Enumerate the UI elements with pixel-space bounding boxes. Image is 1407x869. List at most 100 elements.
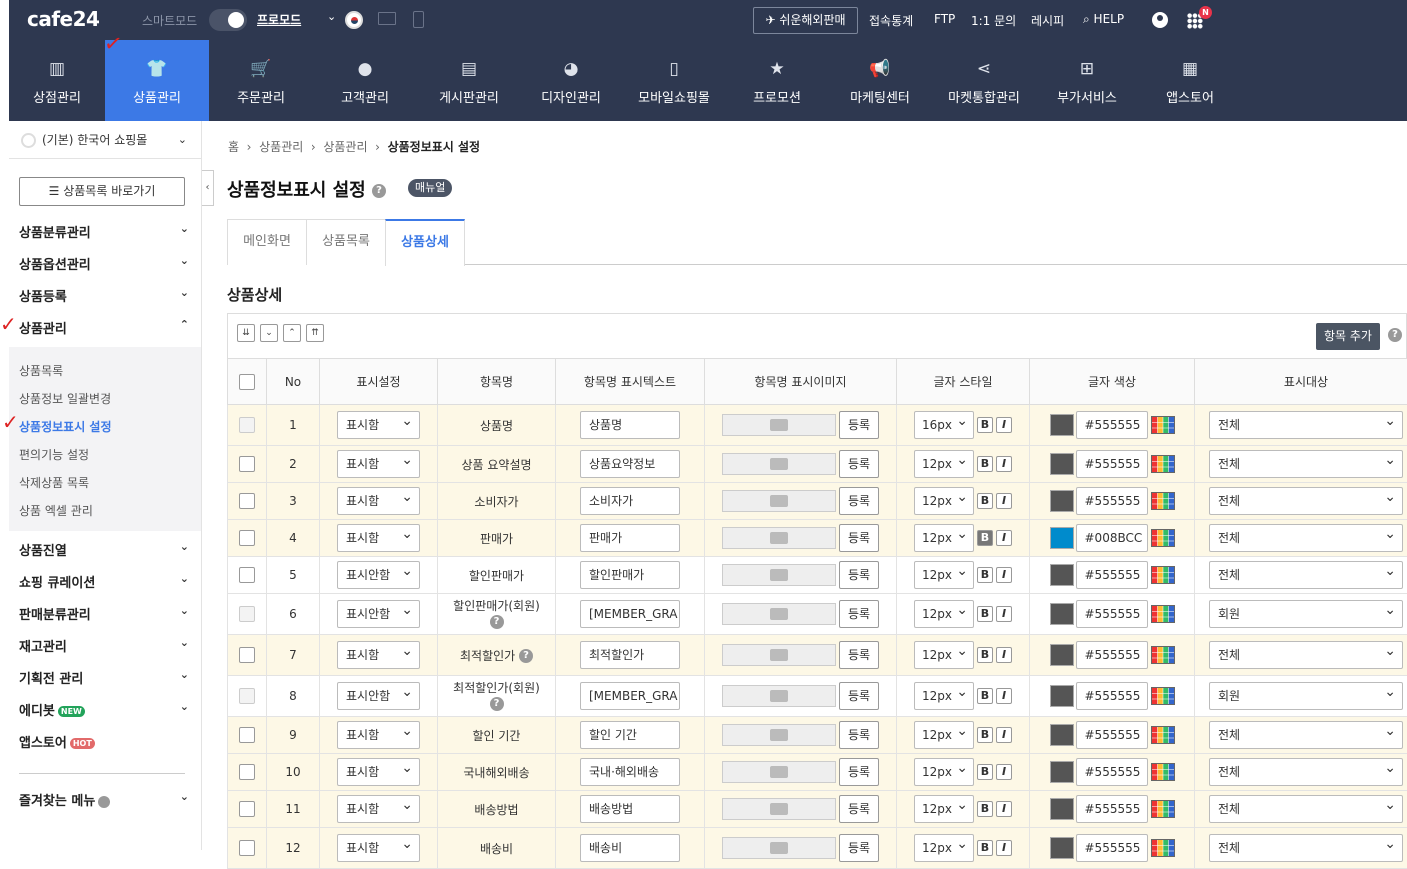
submenu-excel[interactable]: 상품 엑셀 관리 bbox=[19, 502, 93, 519]
move-up-button[interactable]: ⌃ bbox=[283, 324, 301, 342]
display-text-input[interactable]: 할인 기간 bbox=[580, 721, 680, 749]
color-hex-input[interactable]: #008BCC bbox=[1076, 524, 1148, 552]
submenu-display-settings[interactable]: 상품정보표시 설정 bbox=[19, 418, 112, 435]
display-text-input[interactable]: 소비자가 bbox=[580, 487, 680, 515]
register-button[interactable]: 등록 bbox=[839, 758, 879, 786]
nav-store[interactable]: ▥상점관리 bbox=[9, 40, 105, 121]
italic-button[interactable]: I bbox=[996, 727, 1012, 743]
row-checkbox[interactable] bbox=[239, 801, 255, 817]
nav-customer[interactable]: ●고객관리 bbox=[313, 40, 417, 121]
register-button[interactable]: 등록 bbox=[839, 411, 879, 439]
breadcrumb-item[interactable]: 상품관리 bbox=[323, 140, 367, 154]
help-icon[interactable]: ? bbox=[490, 697, 504, 711]
help-icon[interactable]: ? bbox=[519, 649, 533, 663]
display-text-input[interactable]: 배송비 bbox=[580, 834, 680, 862]
recipe-link[interactable]: 레시피 bbox=[1031, 12, 1064, 29]
stats-link[interactable]: 접속통계 bbox=[869, 12, 913, 29]
breadcrumb-home[interactable]: 홈 bbox=[228, 140, 239, 154]
target-select[interactable]: 전체 bbox=[1209, 721, 1403, 749]
color-hex-input[interactable]: #555555 bbox=[1076, 561, 1148, 589]
italic-button[interactable]: I bbox=[996, 688, 1012, 704]
target-select[interactable]: 전체 bbox=[1209, 641, 1403, 669]
italic-button[interactable]: I bbox=[996, 764, 1012, 780]
sidebar-item-curation[interactable]: 쇼핑 큐레이션⌄ bbox=[19, 572, 189, 591]
row-checkbox[interactable] bbox=[239, 493, 255, 509]
target-select[interactable]: 전체 bbox=[1209, 758, 1403, 786]
target-select[interactable]: 전체 bbox=[1209, 795, 1403, 823]
display-select[interactable]: 표시함 bbox=[337, 524, 420, 552]
color-palette-icon[interactable] bbox=[1151, 605, 1175, 623]
color-palette-icon[interactable] bbox=[1151, 492, 1175, 510]
sidebar-item-inventory[interactable]: 재고관리⌄ bbox=[19, 636, 189, 655]
display-text-input[interactable]: 배송방법 bbox=[580, 795, 680, 823]
tab-main[interactable]: 메인화면 bbox=[227, 219, 307, 265]
bold-button[interactable]: B bbox=[977, 688, 993, 704]
italic-button[interactable]: I bbox=[996, 840, 1012, 856]
nav-mobile[interactable]: ▯모바일쇼핑몰 bbox=[621, 40, 727, 121]
font-size-select[interactable]: 12px bbox=[914, 524, 974, 552]
register-button[interactable]: 등록 bbox=[839, 721, 879, 749]
nav-board[interactable]: ▤게시판관리 bbox=[417, 40, 521, 121]
display-text-input[interactable]: [MEMBER_GRA bbox=[580, 682, 680, 710]
font-size-select[interactable]: 12px bbox=[914, 721, 974, 749]
sidebar-item-manage[interactable]: 상품관리⌃ bbox=[19, 318, 189, 337]
register-button[interactable]: 등록 bbox=[839, 561, 879, 589]
register-button[interactable]: 등록 bbox=[839, 834, 879, 862]
color-swatch[interactable] bbox=[1050, 798, 1074, 820]
register-button[interactable]: 등록 bbox=[839, 682, 879, 710]
cafe24-logo[interactable]: cafe24 bbox=[27, 7, 99, 31]
italic-button[interactable]: I bbox=[996, 530, 1012, 546]
color-hex-input[interactable]: #555555 bbox=[1076, 834, 1148, 862]
display-text-input[interactable]: 할인판매가 bbox=[580, 561, 680, 589]
color-palette-icon[interactable] bbox=[1151, 416, 1175, 434]
color-palette-icon[interactable] bbox=[1151, 763, 1175, 781]
korea-flag-icon[interactable] bbox=[345, 11, 363, 29]
row-checkbox[interactable] bbox=[239, 530, 255, 546]
row-checkbox[interactable] bbox=[239, 456, 255, 472]
color-swatch[interactable] bbox=[1050, 724, 1074, 746]
target-select[interactable]: 전체 bbox=[1209, 524, 1403, 552]
color-swatch[interactable] bbox=[1050, 644, 1074, 666]
color-hex-input[interactable]: #555555 bbox=[1076, 721, 1148, 749]
display-select[interactable]: 표시함 bbox=[337, 487, 420, 515]
easy-overseas-button[interactable]: ✈ 쉬운해외판매 bbox=[753, 7, 858, 34]
italic-button[interactable]: I bbox=[996, 456, 1012, 472]
display-select[interactable]: 표시안함 bbox=[337, 600, 420, 628]
help-icon[interactable]: ? bbox=[1388, 328, 1402, 342]
display-select[interactable]: 표시안함 bbox=[337, 561, 420, 589]
color-hex-input[interactable]: #555555 bbox=[1076, 600, 1148, 628]
move-top-button[interactable]: ⇈ bbox=[306, 324, 324, 342]
add-item-button[interactable]: 항목 추가 bbox=[1316, 323, 1380, 350]
bold-button[interactable]: B bbox=[977, 840, 993, 856]
move-down-button[interactable]: ⌄ bbox=[260, 324, 278, 342]
color-swatch[interactable] bbox=[1050, 527, 1074, 549]
color-palette-icon[interactable] bbox=[1151, 646, 1175, 664]
target-select[interactable]: 회원 bbox=[1209, 600, 1403, 628]
sidebar-favorites[interactable]: 즐겨찾는 메뉴⌄ bbox=[19, 790, 189, 809]
tab-list[interactable]: 상품목록 bbox=[306, 219, 386, 265]
font-size-select[interactable]: 12px bbox=[914, 758, 974, 786]
display-select[interactable]: 표시함 bbox=[337, 641, 420, 669]
color-swatch[interactable] bbox=[1050, 837, 1074, 859]
submenu-convenience[interactable]: 편의기능 설정 bbox=[19, 446, 89, 463]
display-text-input[interactable]: 최적할인가 bbox=[580, 641, 680, 669]
bold-button[interactable]: B bbox=[977, 801, 993, 817]
gear-icon[interactable] bbox=[98, 796, 110, 808]
color-swatch[interactable] bbox=[1050, 490, 1074, 512]
mobile-icon[interactable] bbox=[413, 11, 424, 28]
display-text-input[interactable]: 판매가 bbox=[580, 524, 680, 552]
nav-design[interactable]: ◕디자인관리 bbox=[521, 40, 621, 121]
bold-button[interactable]: B bbox=[977, 567, 993, 583]
nav-marketing[interactable]: 📢마케팅센터 bbox=[827, 40, 933, 121]
nav-market-integration[interactable]: ⋖마켓통합관리 bbox=[933, 40, 1035, 121]
submenu-product-list[interactable]: 상품목록 bbox=[19, 362, 63, 379]
font-size-select[interactable]: 12px bbox=[914, 450, 974, 478]
display-select[interactable]: 표시함 bbox=[337, 411, 420, 439]
color-hex-input[interactable]: #555555 bbox=[1076, 795, 1148, 823]
display-select[interactable]: 표시안함 bbox=[337, 682, 420, 710]
sidebar-item-appstore[interactable]: 앱스토어HOT bbox=[19, 732, 189, 751]
row-checkbox[interactable] bbox=[239, 727, 255, 743]
manual-badge[interactable]: 매뉴얼 bbox=[408, 179, 452, 197]
row-checkbox[interactable] bbox=[239, 647, 255, 663]
register-button[interactable]: 등록 bbox=[839, 795, 879, 823]
